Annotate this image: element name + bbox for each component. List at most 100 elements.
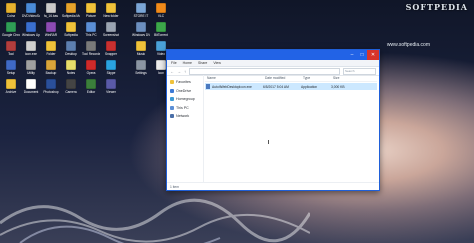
- desktop-icon-label: Folder: [46, 52, 56, 56]
- app-icon: [66, 60, 76, 70]
- forward-arrow-icon[interactable]: →: [177, 69, 181, 74]
- desktop-icon[interactable]: Tool: [2, 41, 20, 56]
- app-icon: [106, 79, 116, 89]
- file-row[interactable]: AutoItWebDesktopIcon.exe 6/5/2017 5:04 A…: [205, 83, 377, 90]
- desktop-icon[interactable]: New folder: [102, 3, 120, 18]
- app-icon: [26, 79, 36, 89]
- desktop-icon[interactable]: Softpedia Music: [62, 3, 80, 18]
- column-type[interactable]: Type: [303, 76, 333, 80]
- desktop-icon[interactable]: Tool Recorder: [82, 41, 100, 56]
- app-icon: [66, 3, 76, 13]
- app-icon: [106, 3, 116, 13]
- nav-item-label: OneDrive: [176, 88, 192, 93]
- desktop-icon[interactable]: Editor: [82, 79, 100, 94]
- desktop-icon[interactable]: Folder: [42, 41, 60, 56]
- desktop-icon[interactable]: Settings: [132, 60, 150, 75]
- desktop-icon[interactable]: Notes: [62, 60, 80, 75]
- desktop-icon[interactable]: Setup: [2, 60, 20, 75]
- desktop-icon[interactable]: Music: [132, 41, 150, 56]
- desktop-icon[interactable]: Skype: [102, 60, 120, 75]
- desktop-icon[interactable]: Google Chrome: [2, 22, 20, 37]
- column-size[interactable]: Size: [333, 76, 353, 80]
- desktop-icon[interactable]: Screenshot: [102, 22, 120, 37]
- navigation-pane: Favorites OneDrive Homegroup This PC Network: [167, 75, 204, 183]
- address-input[interactable]: [189, 67, 340, 75]
- column-name[interactable]: Name: [205, 76, 265, 80]
- tab-view[interactable]: View: [213, 61, 221, 65]
- tab-file[interactable]: File: [171, 61, 177, 65]
- maximize-button[interactable]: □: [357, 50, 367, 60]
- app-icon: [6, 3, 16, 13]
- file-explorer-window[interactable]: – □ ✕ File Home Share View ← → ↑ Search …: [166, 49, 380, 191]
- desktop-icon[interactable]: Document: [22, 79, 40, 94]
- app-icon: [136, 60, 146, 70]
- back-arrow-icon[interactable]: ←: [170, 69, 174, 74]
- file-list: Name Date modified Type Size AutoItWebDe…: [205, 75, 377, 183]
- nav-item[interactable]: Favorites: [167, 78, 203, 87]
- desktop-icon[interactable]: Photoshop: [42, 79, 60, 94]
- desktop-icon[interactable]: Utility: [22, 60, 40, 75]
- app-icon: [86, 3, 96, 13]
- nav-item[interactable]: OneDrive: [167, 87, 203, 96]
- ribbon-tabs: File Home Share View: [167, 60, 379, 67]
- desktop-icon[interactable]: This PC: [82, 22, 100, 37]
- nav-item-icon: [170, 97, 174, 102]
- nav-item[interactable]: Homegroup: [167, 95, 203, 104]
- app-icon: [136, 3, 146, 13]
- column-headers: Name Date modified Type Size: [205, 75, 377, 82]
- tab-home[interactable]: Home: [183, 61, 192, 65]
- desktop-icon[interactable]: Softpedia: [62, 22, 80, 37]
- app-icon: [46, 79, 56, 89]
- desktop-icon[interactable]: WinRAR: [42, 22, 60, 37]
- desktop-icon[interactable]: Picture: [82, 3, 100, 18]
- desktop-icon[interactable]: Opera: [82, 60, 100, 75]
- desktop-icon[interactable]: DVDVideoSoft: [22, 3, 40, 18]
- desktop-icon[interactable]: Snapper: [102, 41, 120, 56]
- desktop-icon[interactable]: Camera: [62, 79, 80, 94]
- desktop-icon[interactable]: fa_16.bas: [42, 3, 60, 18]
- app-icon: [6, 22, 16, 32]
- desktop-icon[interactable]: VLC: [152, 3, 170, 18]
- desktop-icon[interactable]: STORE IT: [132, 3, 150, 18]
- search-input[interactable]: Search: [343, 67, 376, 75]
- desktop-icon[interactable]: Archive: [2, 79, 20, 94]
- app-icon: [106, 22, 116, 32]
- close-button[interactable]: ✕: [367, 50, 379, 60]
- app-icon: [66, 79, 76, 89]
- desktop-icon-label: Windows DVD: [132, 33, 150, 37]
- nav-item-label: This PC: [176, 105, 189, 110]
- desktop-icon-label: Skype: [106, 71, 116, 75]
- nav-item[interactable]: Network: [167, 112, 203, 121]
- desktop-icon[interactable]: Desktop: [62, 41, 80, 56]
- desktop-icon[interactable]: BitTorrent: [152, 22, 170, 37]
- decorative-waves: [0, 198, 310, 243]
- desktop-icon-label: Music: [136, 52, 146, 56]
- column-date-modified[interactable]: Date modified: [265, 76, 303, 80]
- up-arrow-icon[interactable]: ↑: [184, 69, 186, 74]
- softpedia-logo: SOFTPEDIA: [405, 2, 468, 12]
- app-icon: [26, 41, 36, 51]
- desktop-icon[interactable]: icon.exe: [22, 41, 40, 56]
- tab-share[interactable]: Share: [198, 61, 207, 65]
- desktop-icon-label: This PC: [85, 33, 97, 37]
- desktop-icon-label: Picture: [86, 14, 96, 18]
- text-cursor-icon: [268, 140, 269, 144]
- desktop-icon[interactable]: Backup: [42, 60, 60, 75]
- file-name: AutoItWebDesktopIcon.exe: [212, 84, 252, 89]
- file-type: Application: [301, 84, 318, 89]
- nav-item-icon: [170, 114, 174, 119]
- minimize-button[interactable]: –: [347, 50, 357, 60]
- app-icon: [156, 60, 166, 70]
- window-titlebar[interactable]: – □ ✕: [167, 50, 379, 60]
- app-icon: [46, 22, 56, 32]
- desktop-icon[interactable]: Windows DVD: [132, 22, 150, 37]
- desktop-icon[interactable]: Coinz: [2, 3, 20, 18]
- desktop-icon[interactable]: Viewer: [102, 79, 120, 94]
- file-size: 3,000 KB: [331, 84, 345, 89]
- desktop-icon[interactable]: Windows Update: [22, 22, 40, 37]
- app-icon: [26, 3, 36, 13]
- desktop-icon-label: Editor: [86, 90, 96, 94]
- nav-item-icon: [170, 80, 174, 85]
- desktop-icon-label: WinRAR: [44, 33, 58, 37]
- nav-item[interactable]: This PC: [167, 104, 203, 113]
